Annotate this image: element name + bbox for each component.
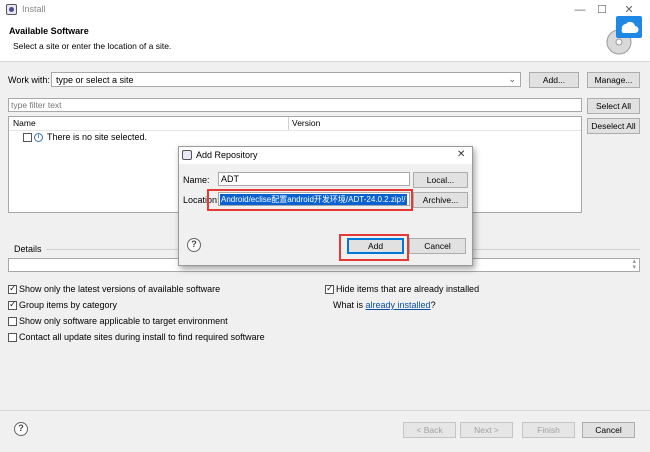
- page-subtitle: Select a site or enter the location of a…: [13, 41, 172, 51]
- column-header-version[interactable]: Version: [292, 118, 320, 130]
- wizard-header: Available Software Select a site or ente…: [0, 20, 650, 62]
- contact-update-sites-label: Contact all update sites during install …: [19, 332, 265, 342]
- chevron-down-icon[interactable]: ⌄: [508, 74, 516, 85]
- eclipse-dialog-icon: [182, 150, 192, 160]
- already-installed-text: What is already installed?: [333, 300, 436, 310]
- deselect-all-button[interactable]: Deselect All: [587, 118, 640, 134]
- filter-input[interactable]: type filter text: [8, 98, 582, 112]
- hide-installed-label: Hide items that are already installed: [336, 284, 480, 294]
- finish-button[interactable]: Finish: [522, 422, 575, 438]
- name-label: Name:: [183, 175, 210, 185]
- location-input[interactable]: Android/eclise配置android开发环境/ADT-24.0.2.z…: [218, 192, 410, 206]
- target-environment-label: Show only software applicable to target …: [19, 316, 228, 326]
- dialog-titlebar: Add Repository ✕: [179, 147, 472, 164]
- select-all-button[interactable]: Select All: [587, 98, 640, 114]
- footer-divider: [0, 410, 650, 411]
- location-value: Android/eclise配置android开发环境/ADT-24.0.2.z…: [220, 194, 407, 205]
- help-icon[interactable]: ?: [14, 422, 28, 436]
- already-installed-link[interactable]: already installed: [366, 300, 431, 310]
- work-with-label: Work with:: [8, 75, 50, 85]
- minimize-icon[interactable]: —: [568, 2, 592, 18]
- column-divider: [288, 117, 289, 130]
- local-button[interactable]: Local...: [413, 172, 468, 188]
- tree-row-checkbox[interactable]: [23, 133, 32, 142]
- eclipse-app-icon: [6, 4, 17, 15]
- what-is-suffix: ?: [430, 300, 436, 310]
- window-titlebar: Install — ☐ ✕: [0, 0, 650, 20]
- dialog-cancel-button[interactable]: Cancel: [409, 238, 466, 254]
- hide-installed-checkbox[interactable]: [325, 283, 334, 294]
- what-is-prefix: What is: [333, 300, 366, 310]
- filter-placeholder: type filter text: [11, 100, 62, 110]
- work-with-combo[interactable]: type or select a site ⌄: [51, 72, 521, 87]
- cancel-button[interactable]: Cancel: [582, 422, 635, 438]
- install-cd-icon: [606, 16, 642, 55]
- add-repository-dialog: Add Repository ✕ Name: ADT Local... Loca…: [178, 146, 473, 266]
- manage-sites-button[interactable]: Manage...: [587, 72, 640, 88]
- dialog-close-icon[interactable]: ✕: [457, 149, 465, 160]
- page-title: Available Software: [9, 26, 89, 36]
- work-with-value: type or select a site: [56, 75, 134, 85]
- add-site-button[interactable]: Add...: [529, 72, 579, 88]
- column-header-name[interactable]: Name: [13, 118, 36, 130]
- dialog-title: Add Repository: [196, 150, 258, 160]
- dialog-help-icon[interactable]: ?: [187, 238, 201, 252]
- tree-row-label: There is no site selected.: [47, 132, 148, 142]
- contact-update-sites-checkbox[interactable]: [8, 333, 17, 342]
- target-environment-checkbox[interactable]: [8, 317, 17, 326]
- details-label: Details: [14, 244, 42, 254]
- archive-button[interactable]: Archive...: [413, 192, 468, 208]
- group-by-category-checkbox[interactable]: [8, 299, 17, 310]
- next-button[interactable]: Next >: [460, 422, 513, 438]
- name-input[interactable]: ADT: [218, 172, 410, 186]
- header-divider: [9, 130, 581, 131]
- info-icon: i: [34, 133, 43, 142]
- name-value: ADT: [221, 174, 239, 184]
- latest-versions-checkbox[interactable]: [8, 283, 17, 294]
- window-title: Install: [22, 4, 46, 14]
- back-button[interactable]: < Back: [403, 422, 456, 438]
- dialog-add-button[interactable]: Add: [347, 238, 404, 254]
- details-scroll-arrows[interactable]: ▴ ▾: [632, 258, 636, 271]
- latest-versions-label: Show only the latest versions of availab…: [19, 284, 221, 294]
- group-by-category-label: Group items by category: [19, 300, 118, 310]
